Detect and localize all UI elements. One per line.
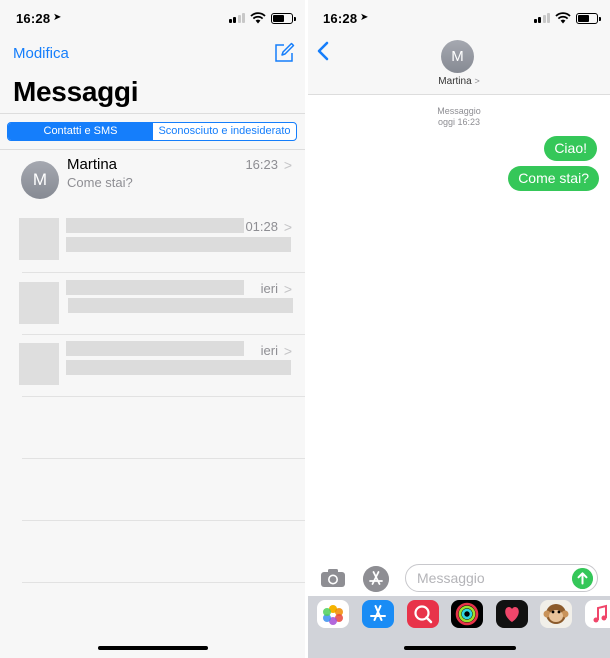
redacted-name (66, 341, 244, 356)
composer-bar (308, 562, 610, 594)
avatar: M (21, 161, 59, 199)
message-bubble-sent[interactable]: Come stai? (508, 166, 599, 191)
messages-list-screen: 16:28 ➤ Modifica Messaggi Contatti e SMS… (0, 0, 305, 658)
redacted-avatar (19, 282, 59, 324)
thread-service-label: Messaggio (437, 106, 481, 116)
animoji-monkey-icon[interactable] (540, 600, 572, 628)
app-store-icon[interactable] (362, 600, 394, 628)
row-separator (22, 520, 305, 521)
music-app-icon[interactable] (585, 600, 610, 628)
chevron-right-icon: > (283, 157, 292, 173)
redacted-preview (68, 298, 293, 313)
header-divider (0, 113, 305, 114)
thread-timestamp: Messaggio oggi 16:23 (308, 106, 610, 128)
camera-icon[interactable] (320, 568, 346, 588)
conversation-row[interactable]: ieri > (0, 336, 305, 398)
segment-unknown-senders[interactable]: Sconosciuto e indesiderato (153, 123, 296, 140)
conversation-time: 16:23 (245, 157, 278, 172)
battery-icon (271, 12, 296, 24)
contact-name-button[interactable]: Martina > (308, 76, 610, 87)
page-title: Messaggi (13, 76, 139, 107)
row-separator (22, 334, 305, 335)
location-arrow-icon: ➤ (53, 12, 62, 23)
conversation-row[interactable]: 01:28 > (0, 212, 305, 274)
chevron-right-icon: > (283, 219, 292, 235)
wifi-icon (555, 12, 571, 24)
battery-icon (576, 12, 601, 24)
chevron-right-icon: > (283, 281, 292, 297)
conversation-time: ieri (260, 281, 278, 296)
contact-avatar[interactable]: M (441, 40, 474, 73)
redacted-avatar (19, 343, 59, 385)
message-input[interactable] (405, 564, 598, 592)
segment-known-senders[interactable]: Contatti e SMS (8, 123, 153, 140)
wifi-icon (250, 12, 266, 24)
redacted-name (66, 218, 244, 233)
cellular-signal-icon (228, 13, 245, 23)
row-separator (22, 272, 305, 273)
conversation-preview: Come stai? (67, 175, 133, 190)
home-indicator[interactable] (404, 646, 516, 650)
location-arrow-icon: ➤ (360, 12, 369, 23)
web-images-search-icon[interactable] (407, 600, 439, 628)
row-separator (22, 458, 305, 459)
redacted-preview (66, 360, 291, 375)
chevron-right-icon: > (283, 343, 292, 359)
status-time: 16:28 (323, 11, 358, 26)
status-bar: 16:28 ➤ (0, 0, 305, 36)
photos-app-icon[interactable] (317, 600, 349, 628)
conversation-screen: 16:28 ➤ M Martina > Messaggio oggi 16:23… (308, 0, 610, 658)
status-time: 16:28 (16, 11, 51, 26)
conversation-time: 01:28 (245, 219, 278, 234)
row-separator (22, 582, 305, 583)
conversation-time: ieri (260, 343, 278, 358)
row-separator (22, 396, 305, 397)
back-chevron-icon[interactable] (316, 40, 330, 62)
redacted-avatar (19, 218, 59, 260)
send-arrow-icon[interactable] (572, 568, 593, 589)
filter-segmented-control[interactable]: Contatti e SMS Sconosciuto e indesiderat… (7, 122, 297, 141)
chevron-right-icon: > (474, 76, 480, 86)
digital-touch-heart-icon[interactable] (496, 600, 528, 628)
redacted-name (66, 280, 244, 295)
app-store-icon[interactable] (363, 566, 389, 592)
conversation-name: Martina (67, 156, 118, 173)
status-bar: 16:28 ➤ (308, 0, 610, 36)
message-bubble-sent[interactable]: Ciao! (544, 136, 597, 161)
home-indicator[interactable] (98, 646, 208, 650)
compose-icon[interactable] (273, 42, 295, 64)
redacted-preview (66, 237, 291, 252)
conversation-row[interactable]: ieri > (0, 274, 305, 336)
cellular-signal-icon (533, 13, 550, 23)
edit-button[interactable]: Modifica (13, 45, 69, 62)
conversation-row-martina[interactable]: M Martina Come stai? 16:23 > (0, 150, 305, 212)
activity-rings-icon[interactable] (451, 600, 483, 628)
thread-date-label: oggi 16:23 (437, 117, 481, 127)
contact-name: Martina (438, 76, 472, 87)
